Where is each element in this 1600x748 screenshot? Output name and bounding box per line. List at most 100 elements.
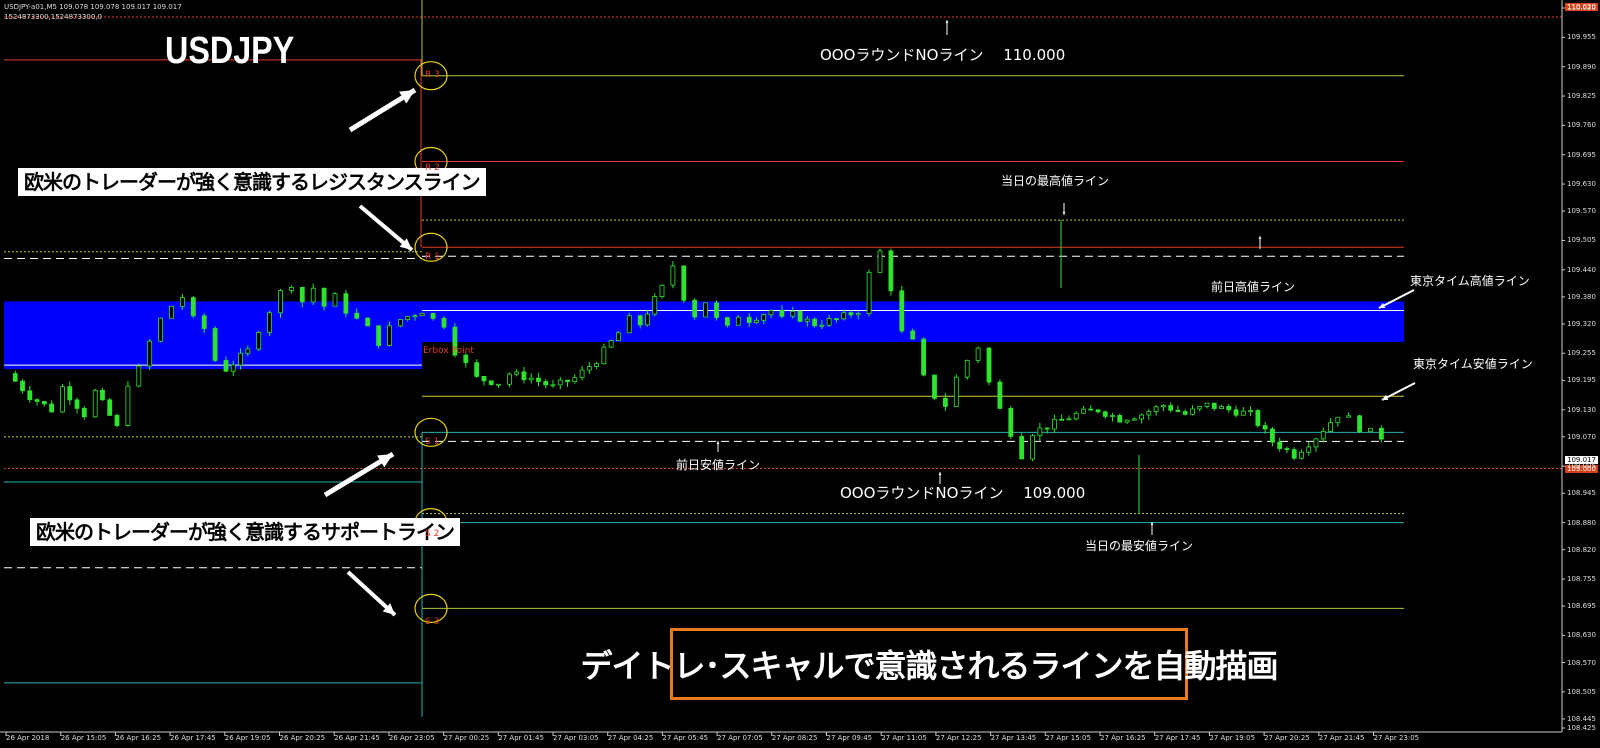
candle-body xyxy=(910,330,916,340)
candle-body xyxy=(1095,409,1101,413)
candle-body xyxy=(1328,422,1333,432)
candle-body xyxy=(147,340,153,367)
candle-body xyxy=(299,286,305,303)
candle-body xyxy=(67,386,73,401)
y-tick-label: 108.630 xyxy=(1567,631,1596,640)
x-tick-label: 27 Apr 04:25 xyxy=(607,734,654,742)
level-lines xyxy=(4,0,1562,717)
candle-body xyxy=(921,338,926,376)
candle-body xyxy=(1124,419,1130,423)
candle-body xyxy=(238,352,243,366)
candle-body xyxy=(1262,425,1268,430)
candle-body xyxy=(1270,428,1275,443)
pivot-s2-label: S 2 xyxy=(425,529,440,539)
feature-banner: デイトレ･スキャルで意識されるラインを自動描画 xyxy=(581,628,1279,700)
candle-body xyxy=(278,290,283,314)
candle-body xyxy=(107,399,113,416)
candle-body xyxy=(158,317,164,342)
candle-body xyxy=(430,312,436,319)
x-tick-label: 27 Apr 15:05 xyxy=(1045,734,1091,742)
candle-body xyxy=(1059,418,1065,421)
candle-body xyxy=(1211,402,1217,409)
candle-body xyxy=(1204,402,1210,407)
candle-body xyxy=(877,250,883,273)
candle-body xyxy=(1146,411,1152,416)
candle-body xyxy=(1299,451,1304,459)
candle-body xyxy=(953,376,959,407)
y-tick-label: 109.005 xyxy=(1567,462,1596,471)
x-tick-label: 27 Apr 20:25 xyxy=(1264,734,1310,742)
y-tick-label: 108.570 xyxy=(1567,658,1596,667)
candle-body xyxy=(74,399,80,409)
y-tick-label: 109.380 xyxy=(1567,292,1596,301)
chart-header-time: 1524873300,1524873300,0 xyxy=(4,13,102,21)
candle-body xyxy=(761,314,767,321)
candle-body xyxy=(463,354,469,364)
x-tick-label: 27 Apr 16:25 xyxy=(1100,734,1146,742)
x-tick-label: 26 Apr 15:05 xyxy=(60,734,107,742)
candle-body xyxy=(1248,410,1253,412)
candle-body xyxy=(1313,438,1319,448)
candle-body xyxy=(1277,441,1283,449)
candle-body xyxy=(888,250,894,292)
candle-body xyxy=(964,360,970,378)
candle-body xyxy=(419,312,425,317)
candle-body xyxy=(692,299,698,318)
x-tick-label: 26 Apr 20:25 xyxy=(279,734,326,742)
candle-body xyxy=(543,381,549,386)
y-tick-label: 109.955 xyxy=(1567,33,1596,42)
candle-body xyxy=(441,318,447,328)
x-tick-label: 26 Apr 21:45 xyxy=(334,734,380,742)
x-tick-label: 27 Apr 17:45 xyxy=(1154,734,1201,742)
candle-body xyxy=(169,305,174,319)
candle-body xyxy=(779,310,785,317)
support-callout: 欧米のトレーダーが強く意識するサポートライン xyxy=(30,518,460,546)
round-109-label: OOOラウンドNOライン 109.000 xyxy=(840,484,1086,502)
candle-body xyxy=(943,397,948,407)
candle-body xyxy=(616,332,621,342)
candle-body xyxy=(288,286,294,291)
x-tick-label: 26 Apr 23:05 xyxy=(388,734,435,742)
y-tick-label: 108.445 xyxy=(1567,714,1596,723)
candle-body xyxy=(230,364,236,372)
candle-body xyxy=(397,319,403,327)
candle-body xyxy=(321,287,327,307)
candle-body xyxy=(866,271,872,314)
candle-body xyxy=(1335,416,1341,424)
pivot-s3-label: S 3 xyxy=(425,617,440,627)
candle-body xyxy=(975,347,981,361)
round-110-label: OOOラウンドNOライン 110.000 xyxy=(820,46,1066,64)
candle-body xyxy=(1073,412,1079,420)
arrow-prev-low-head xyxy=(716,441,720,444)
candle-body xyxy=(645,313,650,326)
candle-body xyxy=(714,302,719,318)
candle-body xyxy=(1379,427,1384,440)
candle-body xyxy=(1368,427,1373,433)
candle-body xyxy=(481,375,487,382)
x-tick-label: 26 Apr 19:05 xyxy=(224,734,271,742)
resistance-callout: 欧米のトレーダーが強く意識するレジスタンスライン xyxy=(18,168,486,196)
x-tick-label: 27 Apr 21:45 xyxy=(1318,734,1365,742)
candle-body xyxy=(594,363,599,367)
candle-body xyxy=(1182,411,1188,415)
candle-body xyxy=(536,377,541,382)
x-tick-label: 27 Apr 01:45 xyxy=(498,734,544,742)
candle-body xyxy=(514,371,520,375)
x-tick-label: 27 Apr 08:25 xyxy=(771,734,818,742)
today-low-label: 当日の最安値ライン xyxy=(1085,539,1194,553)
today-high-label: 当日の最高値ライン xyxy=(1001,174,1110,188)
y-tick-label: 109.630 xyxy=(1567,180,1596,189)
x-tick-label: 27 Apr 09:45 xyxy=(826,734,873,742)
candle-body xyxy=(41,401,47,405)
candle-body xyxy=(608,340,614,348)
x-tick-label: 27 Apr 19:05 xyxy=(1209,734,1256,742)
y-tick-label: 109.890 xyxy=(1567,62,1596,71)
x-tick-label: 26 Apr 2018 xyxy=(6,734,50,742)
erbox-point-label: Erbox Point xyxy=(423,346,474,356)
y-tick-label: 109.255 xyxy=(1567,349,1596,358)
candle-body xyxy=(1088,408,1094,411)
x-tick-label: 27 Apr 05:45 xyxy=(662,734,709,742)
candle-body xyxy=(1219,406,1224,409)
candle-body xyxy=(376,325,382,346)
candle-body xyxy=(100,389,105,401)
